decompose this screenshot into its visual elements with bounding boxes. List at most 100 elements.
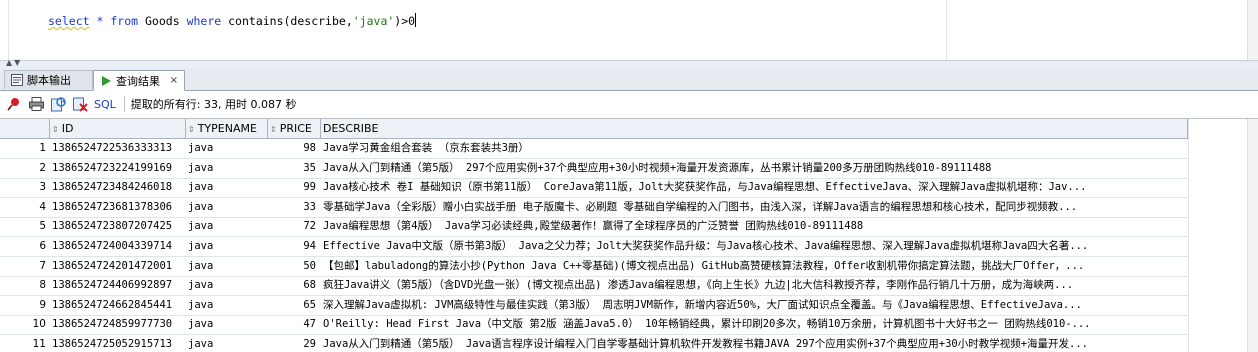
- close-icon[interactable]: ×: [170, 75, 178, 86]
- row-number[interactable]: 3: [0, 178, 50, 197]
- pin-icon[interactable]: [6, 96, 22, 112]
- column-header-price[interactable]: ⇕ PRICE: [268, 119, 321, 138]
- table-row[interactable]: 3 1386524723484246018 java 99 Java核心技术 卷I 基础…: [0, 178, 1258, 199]
- table-row[interactable]: 8 1386524724406992897 java 68 疯狂Java讲义（第5版）（…: [0, 276, 1258, 297]
- row-number[interactable]: 6: [0, 237, 50, 256]
- row-number[interactable]: 7: [0, 257, 50, 276]
- cell-id[interactable]: 1386524724201472001: [50, 257, 186, 276]
- cell-id[interactable]: 1386524724406992897: [50, 276, 186, 295]
- tab-query-result[interactable]: 查询结果 ×: [93, 70, 185, 91]
- cell-typename[interactable]: java: [186, 139, 268, 158]
- row-number-header: [0, 119, 50, 138]
- sql-keyword-from: from: [110, 14, 139, 28]
- column-header-typename[interactable]: ⇕ TYPENAME: [186, 119, 268, 138]
- cell-price[interactable]: 94: [268, 237, 318, 256]
- table-row[interactable]: 2 1386524723224199169 java 35 Java从入门到精通（第5版…: [0, 159, 1258, 179]
- editor-vertical-scrollbar[interactable]: [1247, 0, 1258, 60]
- cell-id[interactable]: 1386524724859977730: [50, 315, 186, 334]
- sql-table-name: Goods: [145, 14, 180, 28]
- cell-price[interactable]: 29: [268, 335, 318, 352]
- cell-describe[interactable]: Java从入门到精通（第5版） 297个应用实例+37个典型应用+30小时视频+…: [321, 159, 1188, 178]
- row-number[interactable]: 11: [0, 335, 50, 352]
- cell-typename[interactable]: java: [186, 315, 268, 334]
- column-header-describe[interactable]: DESCRIBE: [321, 119, 1188, 138]
- cell-id[interactable]: 1386524723807207425: [50, 217, 186, 236]
- table-row[interactable]: 5 1386524723807207425 java 72 Java编程思想（第4版） …: [0, 217, 1258, 238]
- cell-typename[interactable]: java: [186, 276, 268, 295]
- fetch-status-text: 提取的所有行: 33, 用时 0.087 秒: [130, 98, 297, 111]
- sql-editor[interactable]: select * from Goods where contains(descr…: [0, 0, 1258, 60]
- cell-describe[interactable]: Java学习黄金组合套装 （京东套装共3册）: [321, 139, 1188, 158]
- sql-button[interactable]: SQL: [94, 98, 116, 111]
- cell-typename[interactable]: java: [186, 257, 268, 276]
- cell-id[interactable]: 1386524724004339714: [50, 237, 186, 256]
- cell-price[interactable]: 33: [268, 198, 318, 217]
- sql-tail: )>0: [394, 14, 416, 28]
- sql-keyword-where: where: [186, 14, 222, 28]
- cell-price[interactable]: 68: [268, 276, 318, 295]
- grid-vertical-scrollbar[interactable]: [1247, 119, 1258, 352]
- table-row[interactable]: 4 1386524723681378306 java 33 零基础学Java（全彩版）赠…: [0, 198, 1258, 218]
- splitter-arrows-icon[interactable]: ▲▼: [6, 58, 22, 67]
- table-row[interactable]: 1 1386524722536333313 java 98 Java学习黄金组合套装 （…: [0, 139, 1258, 159]
- text-caret: [415, 13, 417, 27]
- row-number[interactable]: 9: [0, 296, 50, 315]
- row-number[interactable]: 4: [0, 198, 50, 217]
- sql-query-text[interactable]: select * from Goods where contains(descr…: [48, 13, 417, 28]
- delete-sql-icon[interactable]: [72, 96, 88, 112]
- cell-typename[interactable]: java: [186, 296, 268, 315]
- tab-script-output[interactable]: 脚本输出: [4, 70, 93, 89]
- cell-typename[interactable]: java: [186, 217, 268, 236]
- cell-typename[interactable]: java: [186, 159, 268, 178]
- cell-describe[interactable]: 深入理解Java虚拟机: JVM高级特性与最佳实践（第3版） 周志明JVM新作，…: [321, 296, 1188, 315]
- row-number[interactable]: 10: [0, 315, 50, 334]
- result-grid[interactable]: ⇕ ID ⇕ TYPENAME ⇕ PRICE DESCRIBE 1 138652472…: [0, 118, 1258, 352]
- editor-margin-line: [946, 0, 947, 60]
- column-header-id[interactable]: ⇕ ID: [50, 119, 186, 138]
- cell-describe[interactable]: Java编程思想（第4版） Java学习必读经典,殿堂级著作！赢得了全球程序员的…: [321, 217, 1188, 236]
- sort-arrows-icon: ⇕: [52, 125, 59, 134]
- result-toolbar: SQL 提取的所有行: 33, 用时 0.087 秒: [0, 91, 1258, 117]
- cell-id[interactable]: 1386524723224199169: [50, 159, 186, 178]
- tab-label: 脚本输出: [27, 74, 71, 87]
- cell-typename[interactable]: java: [186, 178, 268, 197]
- table-row[interactable]: 9 1386524724662845441 java 65 深入理解Java虚拟机: J…: [0, 296, 1258, 316]
- cell-id[interactable]: 1386524723681378306: [50, 198, 186, 217]
- table-row[interactable]: 11 1386524725052915713 java 29 Java从入门到精通（第5…: [0, 335, 1258, 352]
- cell-typename[interactable]: java: [186, 237, 268, 256]
- cell-id[interactable]: 1386524724662845441: [50, 296, 186, 315]
- refresh-sql-icon[interactable]: [50, 96, 66, 112]
- cell-describe[interactable]: 疯狂Java讲义（第5版）（含DVD光盘一张）(博文视点出品) 渗透Java编程…: [321, 276, 1188, 295]
- cell-typename[interactable]: java: [186, 335, 268, 352]
- grid-header: ⇕ ID ⇕ TYPENAME ⇕ PRICE DESCRIBE: [0, 119, 1258, 139]
- cell-price[interactable]: 72: [268, 217, 318, 236]
- result-tab-bar: 脚本输出 查询结果 ×: [0, 69, 1258, 91]
- table-row[interactable]: 10 1386524724859977730 java 47 O'Reilly: Hea…: [0, 315, 1258, 336]
- row-number[interactable]: 1: [0, 139, 50, 158]
- cell-price[interactable]: 50: [268, 257, 318, 276]
- cell-describe[interactable]: Java核心技术 卷I 基础知识（原书第11版） CoreJava第11版，Jo…: [321, 178, 1188, 197]
- cell-price[interactable]: 47: [268, 315, 318, 334]
- cell-price[interactable]: 35: [268, 159, 318, 178]
- cell-describe[interactable]: 【包邮】labuladong的算法小抄(Python Java C++零基础)(…: [321, 257, 1188, 276]
- table-row[interactable]: 7 1386524724201472001 java 50 【包邮】labuladong…: [0, 257, 1258, 277]
- cell-price[interactable]: 99: [268, 178, 318, 197]
- print-icon[interactable]: [28, 96, 44, 112]
- row-number[interactable]: 2: [0, 159, 50, 178]
- cell-price[interactable]: 98: [268, 139, 318, 158]
- cell-id[interactable]: 1386524722536333313: [50, 139, 186, 158]
- play-icon: [100, 75, 112, 87]
- cell-price[interactable]: 65: [268, 296, 318, 315]
- cell-id[interactable]: 1386524723484246018: [50, 178, 186, 197]
- script-output-icon: [11, 74, 23, 86]
- row-number[interactable]: 5: [0, 217, 50, 236]
- cell-describe[interactable]: 零基础学Java（全彩版）赠小白实战手册 电子版魔卡、必刷题 零基础自学编程的入…: [321, 198, 1188, 217]
- row-number[interactable]: 8: [0, 276, 50, 295]
- cell-typename[interactable]: java: [186, 198, 268, 217]
- cell-describe[interactable]: O'Reilly: Head First Java（中文版 第2版 涵盖Java…: [321, 315, 1188, 334]
- cell-describe[interactable]: Effective Java中文版（原书第3版） Java之父力荐；Jolt大奖…: [321, 237, 1188, 256]
- sort-arrows-icon: ⇕: [188, 125, 195, 134]
- cell-id[interactable]: 1386524725052915713: [50, 335, 186, 352]
- cell-describe[interactable]: Java从入门到精通（第5版） Java语言程序设计编程入门自学零基础计算机软件…: [321, 335, 1188, 352]
- table-row[interactable]: 6 1386524724004339714 java 94 Effective Java…: [0, 237, 1258, 257]
